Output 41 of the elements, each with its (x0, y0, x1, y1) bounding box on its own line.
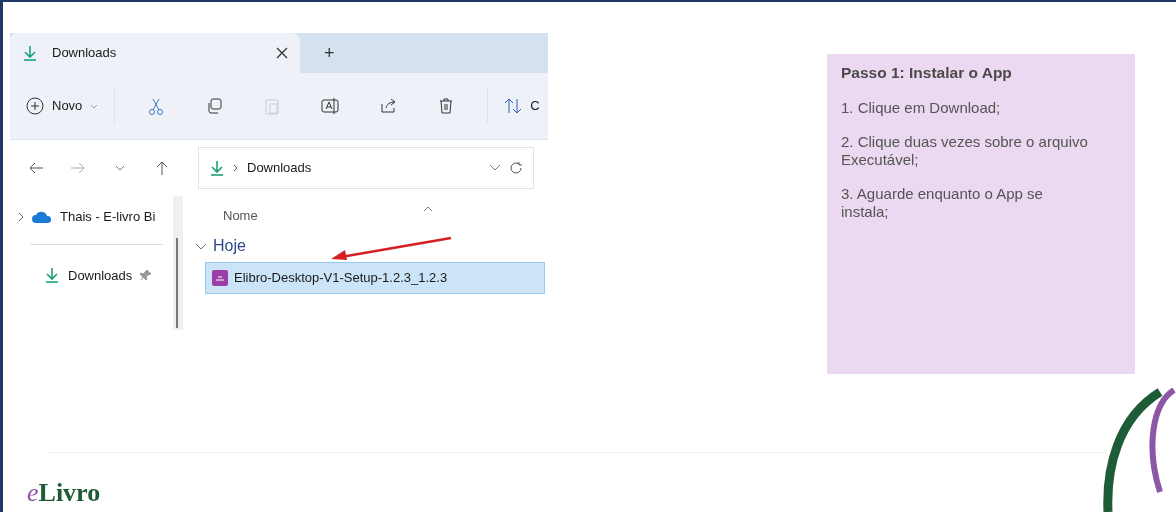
sort-caret-icon (423, 206, 433, 212)
instruction-step: 2. Clique duas vezes sobre o arquivo Executável; (841, 132, 1091, 169)
sort-button[interactable]: C (500, 92, 544, 120)
new-tab-button[interactable]: + (318, 33, 341, 73)
download-icon (44, 267, 60, 284)
rename-icon (321, 97, 340, 115)
cut-icon (147, 97, 166, 115)
pin-icon (140, 269, 153, 282)
chevron-down-icon[interactable] (489, 164, 501, 172)
instruction-title: Passo 1: Instalar o App (841, 64, 1013, 83)
chevron-right-icon (233, 164, 239, 172)
instruction-step: 3. Aguarde enquanto o App se instala; (841, 184, 1091, 221)
explorer-tab[interactable]: Downloads (10, 33, 300, 73)
up-arrow-icon[interactable] (154, 160, 170, 176)
group-header[interactable]: Hoje (193, 233, 246, 258)
address-bar[interactable]: Downloads (198, 147, 534, 189)
refresh-icon[interactable] (509, 161, 523, 175)
cloud-icon (32, 210, 52, 223)
sidebar-item[interactable]: Downloads (10, 262, 153, 288)
back-arrow-icon[interactable] (28, 160, 44, 176)
scrollbar-thumb[interactable] (176, 238, 178, 328)
file-row[interactable]: Elibro-Desktop-V1-Setup-1.2.3_1.2.3 (205, 261, 545, 294)
sidebar-item[interactable]: Thais - E-livro Bi (10, 204, 156, 230)
app-file-icon (212, 269, 228, 286)
close-icon[interactable] (276, 47, 288, 59)
download-icon (22, 45, 38, 61)
instruction-step: 1. Clique em Download; (841, 98, 1091, 117)
sort-arrows-icon (504, 97, 523, 115)
logo-text: Livro (38, 477, 101, 509)
download-icon (209, 160, 225, 176)
share-icon (379, 97, 398, 115)
forward-arrow-icon[interactable] (70, 160, 86, 176)
paste-icon (263, 97, 282, 115)
copy-icon (205, 97, 224, 115)
chevron-down-icon (90, 103, 99, 109)
logo-mark: e (27, 477, 39, 509)
new-button[interactable]: Novo (22, 92, 103, 120)
chevron-right-icon (18, 211, 24, 222)
column-header[interactable]: Nome (223, 206, 258, 226)
address-path[interactable]: Downloads (247, 158, 481, 178)
plus-circle-icon (26, 97, 44, 115)
